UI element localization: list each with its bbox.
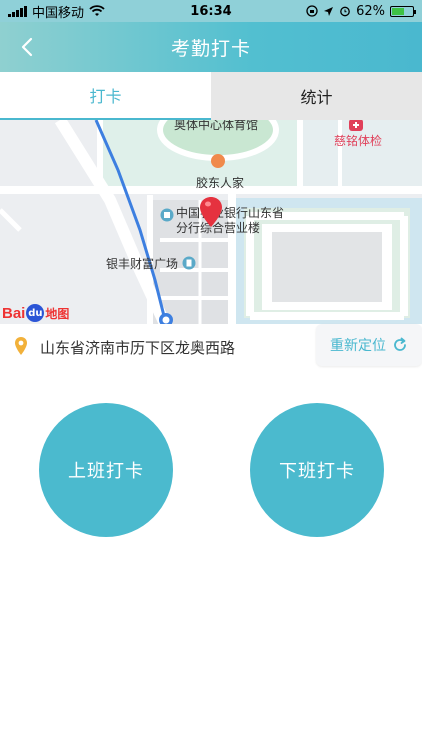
signal-icon — [8, 5, 27, 17]
status-right: 62% — [306, 3, 416, 19]
battery-percent: 62% — [356, 3, 385, 19]
battery-icon — [390, 5, 416, 17]
relocate-label: 重新定位 — [330, 338, 386, 354]
address-text: 山东省济南市历下区龙奥西路 — [40, 339, 236, 357]
tab-statistics[interactable]: 统计 — [211, 72, 422, 120]
punch-out-button[interactable]: 下班打卡 — [250, 403, 384, 537]
refresh-icon — [394, 337, 406, 351]
location-marker-icon — [200, 197, 222, 227]
status-left: 中国移动 — [8, 2, 105, 21]
battery-fill — [392, 7, 405, 15]
location-arrow-icon — [324, 6, 334, 16]
map-view[interactable]: 奥体中心体育馆 慈铭体检 胶东人家 中国农业银行山东省 分行综合营业楼 银丰财富… — [0, 120, 422, 324]
health-poi-icon — [349, 120, 363, 131]
back-button[interactable] — [10, 30, 44, 64]
map-label-health: 慈铭体检 — [334, 134, 383, 148]
wifi-icon — [89, 5, 105, 16]
map-label-plaza: 银丰财富广场 — [106, 257, 179, 271]
tab-punch[interactable]: 打卡 — [0, 72, 211, 120]
plaza-poi-icon — [182, 256, 196, 270]
bank-poi-icon — [160, 208, 174, 222]
status-bar: 中国移动 16:34 62% — [0, 0, 422, 22]
location-pin-icon — [15, 337, 27, 355]
map-label-stadium: 奥体中心体育馆 — [174, 120, 259, 132]
carrier-label: 中国移动 — [32, 5, 85, 21]
relocate-button[interactable]: 重新定位 — [316, 324, 422, 366]
page-title: 考勤打卡 — [170, 37, 251, 60]
nav-bar: 考勤打卡 — [0, 22, 422, 72]
restaurant-poi-icon — [211, 154, 225, 168]
alarm-icon — [340, 6, 350, 17]
status-time: 16:34 — [190, 3, 232, 19]
orientation-lock-icon — [306, 5, 318, 17]
map-label-restaurant: 胶东人家 — [196, 176, 245, 190]
baidu-map-logo: Bai du 地图 — [2, 304, 70, 322]
chevron-left-icon — [21, 37, 33, 57]
punch-in-button[interactable]: 上班打卡 — [39, 403, 173, 537]
tab-bar: 打卡 统计 — [0, 72, 422, 120]
